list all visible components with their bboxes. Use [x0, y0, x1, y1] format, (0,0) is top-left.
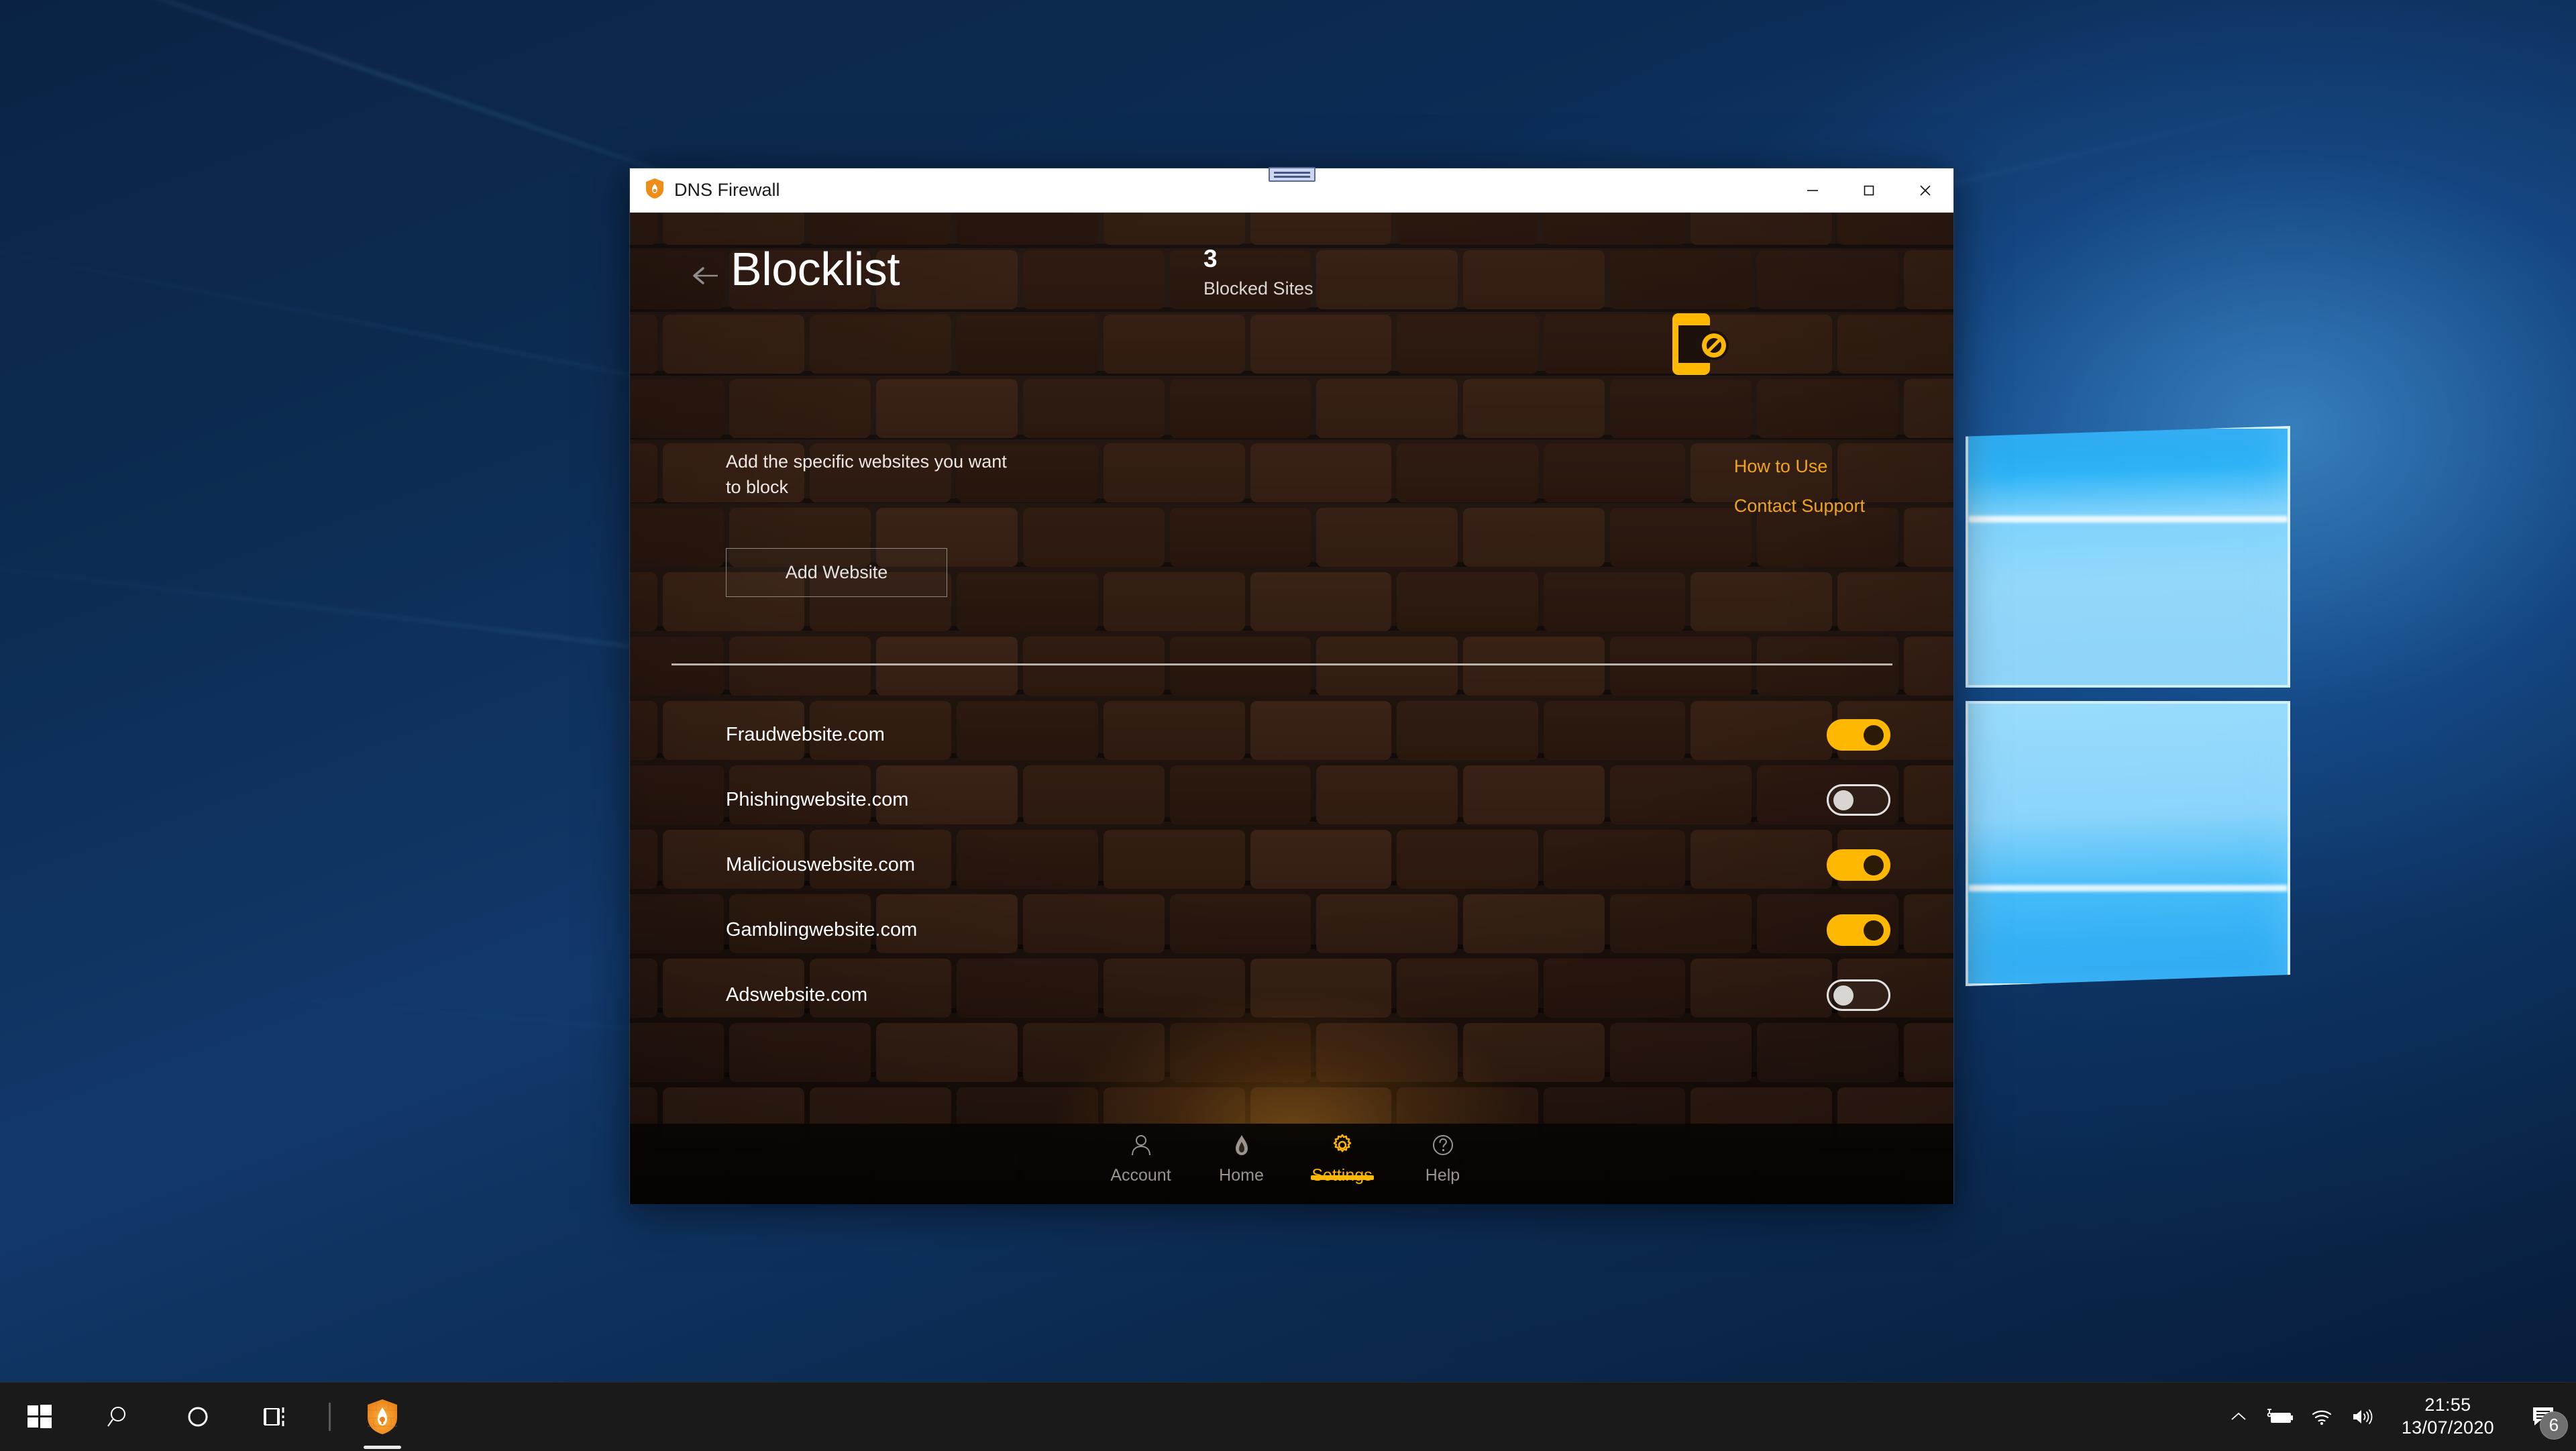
site-name-label: Maliciouswebsite.com	[726, 854, 916, 875]
window-snap-handle[interactable]	[1268, 167, 1316, 182]
windows-logo-pane-bottom	[1966, 701, 2290, 986]
site-name-label: Gamblingwebsite.com	[726, 919, 918, 941]
nav-item-help[interactable]: Help	[1393, 1124, 1493, 1185]
clock-time: 21:55	[2424, 1395, 2471, 1415]
phone-blocked-icon	[1670, 312, 1731, 380]
site-name-label: Phishingwebsite.com	[726, 789, 909, 810]
site-block-toggle[interactable]	[1827, 979, 1890, 1011]
question-circle-icon	[1431, 1133, 1455, 1161]
dns-firewall-window[interactable]: DNS Firewall Blocklist 3 Blocked Sites A…	[629, 167, 1954, 1204]
window-title-label: DNS Firewall	[674, 180, 780, 200]
back-arrow-icon[interactable]	[690, 261, 720, 290]
how-to-use-link[interactable]: How to Use	[1734, 456, 1865, 477]
start-button[interactable]	[0, 1383, 79, 1451]
nav-label: Account	[1110, 1166, 1171, 1185]
windows-logo-pane-top	[1966, 426, 2290, 688]
chevron-up-icon[interactable]	[2218, 1383, 2259, 1451]
window-title-group: DNS Firewall	[630, 178, 780, 203]
list-item[interactable]: Adswebsite.com	[630, 963, 1953, 1028]
wifi-icon[interactable]	[2301, 1383, 2343, 1451]
clock-date: 13/07/2020	[2401, 1417, 2494, 1438]
window-controls	[1784, 168, 1953, 213]
gear-icon	[1330, 1133, 1354, 1161]
list-item[interactable]: Gamblingwebsite.com	[630, 898, 1953, 963]
windows-logo-wallpaper	[1966, 426, 2294, 986]
site-name-label: Fraudwebsite.com	[726, 724, 885, 745]
site-block-toggle[interactable]	[1827, 719, 1890, 751]
taskbar-clock[interactable]: 21:55 13/07/2020	[2384, 1383, 2512, 1451]
taskbar-active-indicator	[364, 1445, 401, 1449]
site-block-toggle[interactable]	[1827, 784, 1890, 816]
add-website-button[interactable]: Add Website	[726, 548, 947, 597]
cortana-circle-icon[interactable]	[158, 1383, 237, 1451]
blocked-sites-label: Blocked Sites	[1203, 278, 1313, 299]
windows-taskbar[interactable]: 21:55 13/07/2020 6	[0, 1382, 2576, 1451]
blocklist-site-list: Fraudwebsite.com Phishingwebsite.com Mal…	[630, 702, 1953, 1028]
bottom-navigation: Account Home Help	[630, 1124, 1953, 1204]
close-button[interactable]	[1897, 168, 1953, 213]
battery-charging-icon[interactable]	[2259, 1383, 2301, 1451]
shield-flame-icon	[645, 178, 665, 203]
page-header: Blocklist 3 Blocked Sites	[630, 213, 1953, 375]
page-title: Blocklist	[731, 243, 900, 295]
list-item[interactable]: Fraudwebsite.com	[630, 702, 1953, 767]
nav-label: Help	[1425, 1166, 1460, 1185]
taskbar-divider	[329, 1403, 331, 1431]
page-description: Add the specific websites you want to bl…	[726, 451, 1007, 498]
nav-active-indicator	[1310, 1175, 1374, 1180]
maximize-button[interactable]	[1841, 168, 1897, 213]
flame-icon	[1230, 1133, 1254, 1161]
list-item[interactable]: Maliciouswebsite.com	[630, 832, 1953, 898]
nav-label: Home	[1219, 1166, 1264, 1185]
section-divider	[672, 663, 1892, 665]
speaker-icon[interactable]	[2343, 1383, 2384, 1451]
window-title-bar[interactable]: DNS Firewall	[630, 167, 1953, 213]
taskbar-app-dns-firewall[interactable]	[343, 1383, 422, 1451]
contact-support-link[interactable]: Contact Support	[1734, 496, 1865, 517]
task-view-icon[interactable]	[237, 1383, 317, 1451]
nav-item-account[interactable]: Account	[1091, 1124, 1191, 1185]
search-icon[interactable]	[79, 1383, 158, 1451]
action-center-button[interactable]: 6	[2512, 1383, 2576, 1451]
person-icon	[1129, 1133, 1153, 1161]
help-links: How to Use Contact Support	[1734, 456, 1865, 535]
blocked-sites-stat: 3 Blocked Sites	[1203, 245, 1313, 299]
site-block-toggle[interactable]	[1827, 849, 1890, 881]
site-block-toggle[interactable]	[1827, 914, 1890, 946]
nav-item-settings[interactable]: Settings	[1292, 1124, 1393, 1185]
action-center-badge: 6	[2540, 1411, 2568, 1440]
system-tray: 21:55 13/07/2020 6	[2218, 1383, 2576, 1451]
list-item[interactable]: Phishingwebsite.com	[630, 767, 1953, 832]
app-content-area: Blocklist 3 Blocked Sites Add the specif…	[630, 213, 1953, 1204]
site-name-label: Adswebsite.com	[726, 984, 868, 1006]
nav-item-home[interactable]: Home	[1191, 1124, 1292, 1185]
blocked-sites-count: 3	[1203, 245, 1218, 272]
minimize-button[interactable]	[1784, 168, 1841, 213]
